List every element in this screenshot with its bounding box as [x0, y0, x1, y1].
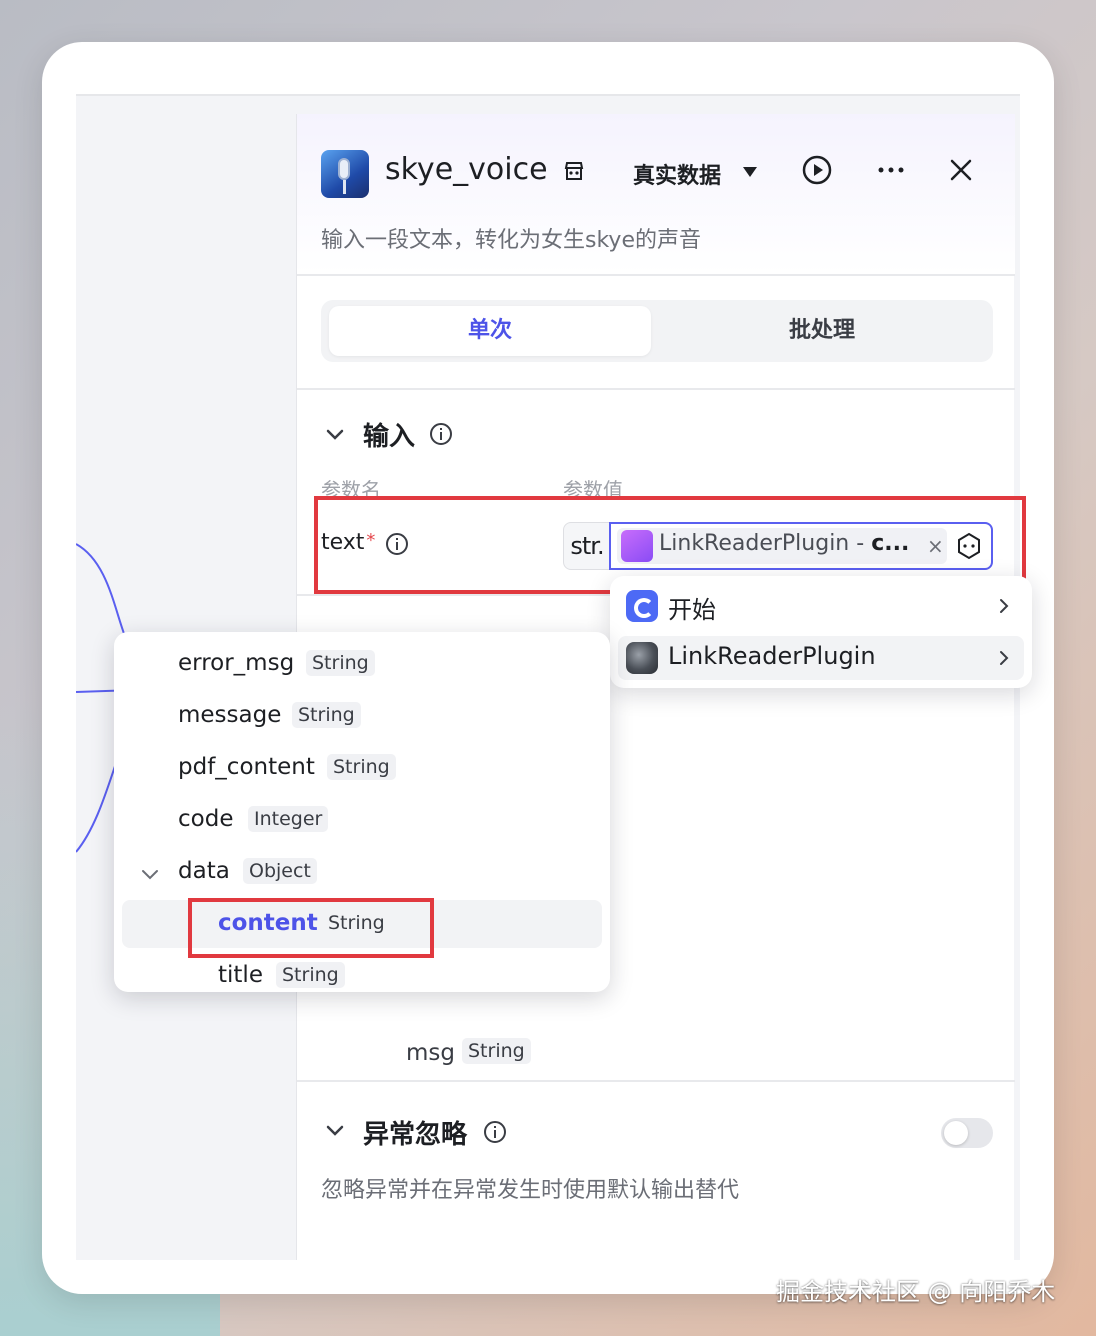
- run-mode-tabs: 单次 批处理: [321, 300, 993, 362]
- microphone-icon: [321, 150, 369, 198]
- field-type-badge: String: [292, 702, 361, 728]
- param-name-label: text: [321, 530, 365, 555]
- field-name: code: [178, 806, 234, 832]
- field-item[interactable]: code Integer: [114, 794, 610, 846]
- field-type-badge: Integer: [248, 806, 329, 832]
- field-type-badge: String: [327, 754, 396, 780]
- chevron-down-icon[interactable]: [325, 1120, 345, 1140]
- field-name: content: [218, 910, 318, 936]
- node-select-menu: 开始 LinkReaderPlugin: [610, 576, 1032, 688]
- panel-header: skye_voice 真实数据 输入一段文本，转化为女生skye的声音: [297, 114, 1015, 276]
- caret-down-icon[interactable]: [743, 167, 757, 177]
- store-icon[interactable]: [563, 160, 585, 182]
- field-type-badge: Object: [243, 858, 317, 884]
- chevron-down-icon[interactable]: [325, 424, 345, 444]
- ignore-exception-toggle[interactable]: [941, 1118, 993, 1148]
- tab-batch[interactable]: 批处理: [661, 306, 983, 356]
- field-select-menu: error_msg String message String pdf_cont…: [114, 632, 610, 992]
- close-icon[interactable]: [947, 156, 975, 184]
- field-name: pdf_content: [178, 754, 315, 780]
- reference-value-input[interactable]: LinkReaderPlugin - c... ×: [609, 522, 993, 570]
- play-icon[interactable]: [801, 154, 833, 186]
- output-field-type: String: [462, 1038, 531, 1064]
- info-icon[interactable]: [483, 1120, 507, 1144]
- output-field-name: msg: [406, 1040, 455, 1066]
- data-mode-selector[interactable]: 真实数据: [633, 158, 721, 190]
- chevron-right-icon: [1000, 599, 1009, 613]
- field-type-badge: String: [306, 650, 375, 676]
- plugin-node-icon: [626, 642, 658, 674]
- input-section-title: 输入: [363, 422, 416, 452]
- field-item[interactable]: error_msg String: [114, 638, 610, 690]
- field-item[interactable]: pdf_content String: [114, 742, 610, 794]
- tab-single[interactable]: 单次: [329, 306, 651, 356]
- tag-remove-icon[interactable]: ×: [927, 534, 944, 558]
- field-item[interactable]: message String: [114, 690, 610, 742]
- menu-item-start-node[interactable]: 开始: [618, 584, 1024, 628]
- cube-icon: [621, 530, 653, 562]
- tag-suffix: c...: [871, 531, 910, 556]
- reference-tag-label: LinkReaderPlugin - c...: [659, 531, 909, 556]
- chevron-right-icon: [1000, 651, 1009, 665]
- divider: [297, 1080, 1015, 1082]
- reference-tag[interactable]: LinkReaderPlugin - c... ×: [617, 528, 947, 564]
- plugin-title: skye_voice: [385, 152, 548, 187]
- column-header-value: 参数值: [563, 478, 623, 502]
- info-icon[interactable]: [385, 532, 409, 556]
- tag-prefix: LinkReaderPlugin -: [659, 531, 872, 556]
- watermark: 掘金技术社区 @ 向阳乔木: [776, 1278, 1056, 1306]
- start-node-icon: [626, 590, 658, 622]
- field-item[interactable]: data Object: [114, 846, 610, 898]
- field-type-badge: String: [328, 912, 385, 934]
- field-type-badge: String: [276, 962, 345, 988]
- node-label: LinkReaderPlugin: [668, 642, 876, 670]
- field-name: message: [178, 702, 282, 728]
- ignore-description: 忽略异常并在异常发生时使用默认输出替代: [321, 1178, 740, 1203]
- field-name: title: [218, 962, 263, 988]
- field-name: error_msg: [178, 650, 295, 676]
- plugin-description: 输入一段文本，转化为女生skye的声音: [321, 228, 701, 253]
- param-name-text: text *: [321, 530, 375, 555]
- field-name: data: [178, 858, 230, 884]
- more-icon[interactable]: [875, 154, 907, 186]
- info-icon[interactable]: [429, 422, 453, 446]
- required-mark: *: [366, 530, 376, 551]
- node-label: 开始: [668, 596, 716, 624]
- divider: [297, 388, 1015, 390]
- ignore-section-title: 异常忽略: [363, 1120, 468, 1150]
- menu-item-plugin-node[interactable]: LinkReaderPlugin: [618, 636, 1024, 680]
- field-item[interactable]: title String: [114, 950, 610, 992]
- value-type-selector[interactable]: str.: [563, 522, 611, 570]
- variable-icon[interactable]: [955, 532, 983, 560]
- column-header-name: 参数名: [321, 478, 381, 502]
- field-item-selected[interactable]: content String: [114, 898, 610, 950]
